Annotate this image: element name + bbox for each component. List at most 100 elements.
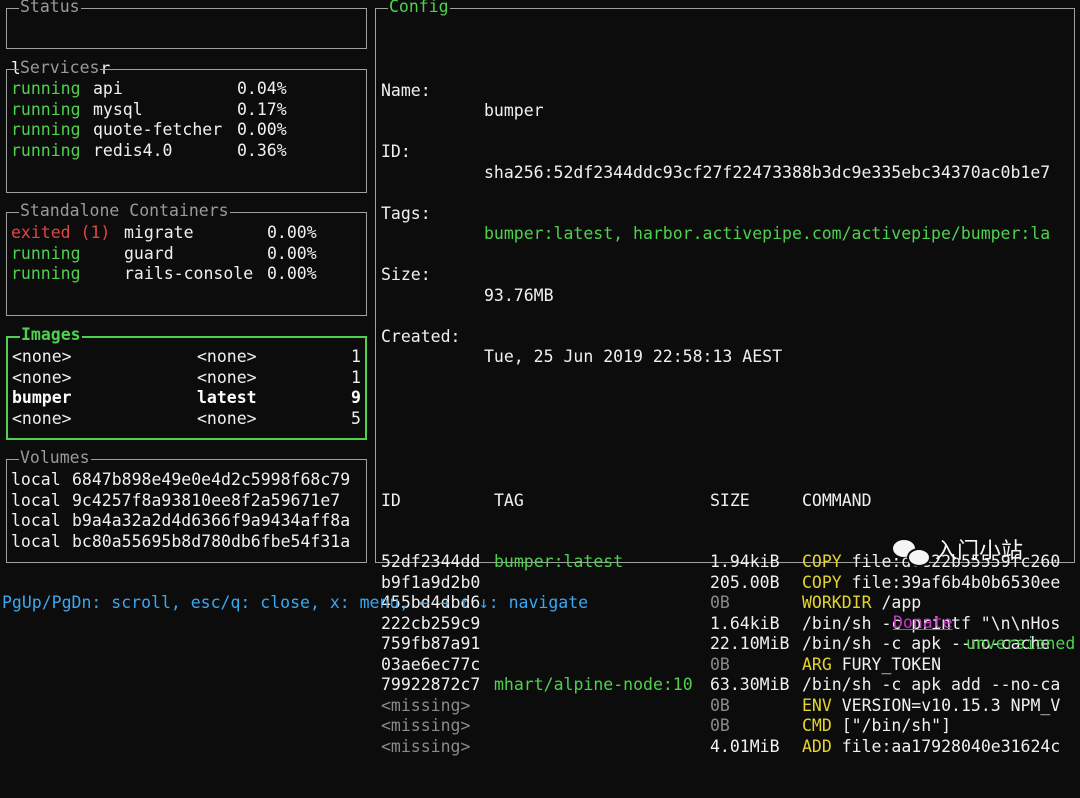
history-size: 1.64kiB	[710, 613, 780, 633]
services-panel-title: Services	[19, 58, 101, 78]
donate-link[interactable]: Donate	[893, 613, 953, 634]
history-header-id: ID	[381, 490, 401, 510]
config-size-value: 93.76MB	[484, 285, 554, 305]
image-repo: <none>	[12, 347, 72, 366]
history-size: 0B	[710, 695, 730, 715]
container-row[interactable]: running guard 0.00%	[11, 244, 362, 265]
history-command-verb: WORKDIR	[802, 593, 872, 612]
config-size-row: Size: 93.76MB	[381, 245, 1072, 305]
history-command: ENV VERSION=v10.15.3 NPM_V	[802, 696, 1060, 717]
standalone-containers-panel[interactable]: Standalone Containers exited (1) migrate 0…	[6, 201, 367, 316]
history-row: 222cb259c9 1.64kiB/bin/sh -c printf "\n\n…	[381, 614, 1072, 635]
history-id: <missing>	[381, 695, 471, 715]
service-cpu: 0.36%	[237, 140, 287, 160]
service-cpu: 0.04%	[237, 79, 287, 98]
watermark-text: 入门小站	[935, 538, 1024, 564]
history-id: <missing>	[381, 716, 471, 735]
volume-name: bc80a55695b8d780db6fbe54f31a	[72, 531, 351, 551]
volumes-panel[interactable]: Volumes local 6847b898e49e0e4d2c5998f68c7…	[6, 448, 367, 563]
history-command-args: /app	[871, 593, 922, 612]
service-state: running	[11, 79, 81, 98]
image-row[interactable]: <none> <none> 1	[12, 347, 361, 368]
history-row: <missing> 4.01MiB ADD file:aa17928040e3162…	[381, 737, 1072, 758]
service-row[interactable]: running redis4.0 0.36%	[11, 141, 362, 162]
config-tags-label: Tags:	[381, 203, 431, 223]
volume-driver: local	[11, 470, 61, 489]
service-row[interactable]: running quote-fetcher 0.00%	[11, 120, 362, 141]
container-cpu: 0.00%	[267, 264, 317, 283]
image-count: 1	[351, 367, 361, 387]
config-tags-value: bumper:latest, harbor.activepipe.com/act…	[484, 224, 1051, 243]
config-id-label: ID:	[381, 142, 411, 161]
volume-driver: local	[11, 511, 61, 530]
volume-name: 6847b898e49e0e4d2c5998f68c79	[72, 470, 351, 489]
image-repo: bumper	[12, 388, 72, 407]
history-tag: bumper:latest	[494, 552, 624, 571]
config-created-value: Tue, 25 Jun 2019 22:58:13 AEST	[484, 347, 783, 366]
history-header-row: ID TAG SIZE COMMAND	[381, 491, 1072, 512]
image-row[interactable]: <none> <none> 5	[12, 409, 361, 430]
volume-driver: local	[11, 531, 61, 551]
service-name: api	[93, 79, 123, 98]
history-command-verb: COPY	[802, 552, 842, 571]
config-id-row: ID: sha256:52df2344ddc93cf27f22473388b3d…	[381, 122, 1072, 182]
service-cpu: 0.17%	[237, 99, 287, 119]
wechat-icon	[893, 538, 931, 567]
image-row[interactable]: <none> <none> 1	[12, 368, 361, 389]
container-row[interactable]: running rails-console 0.00%	[11, 264, 362, 285]
service-row[interactable]: running api 0.04%	[11, 79, 362, 100]
history-size: 4.01MiB	[710, 736, 780, 756]
history-command-args: file:aa17928040e31624c	[831, 736, 1061, 756]
config-name-row: Name: bumper	[381, 60, 1072, 121]
config-name-value: bumper	[484, 101, 544, 120]
images-panel-title: Images	[20, 325, 82, 345]
service-name: redis4.0	[93, 140, 173, 160]
config-name-label: Name:	[381, 80, 431, 100]
history-header-size: SIZE	[710, 490, 750, 510]
services-panel[interactable]: Services running api 0.04% running mysql 0.17…	[6, 58, 367, 193]
config-tags-row: Tags: bumper:latest, harbor.activepipe.c…	[381, 183, 1072, 244]
image-tag: <none>	[197, 408, 257, 428]
image-count: 1	[351, 347, 361, 366]
history-tag: mhart/alpine-node:10	[494, 675, 693, 694]
history-id: 759fb87a91	[381, 634, 481, 653]
status-panel-title: Status	[19, 0, 81, 17]
image-repo: <none>	[12, 408, 72, 428]
container-cpu: 0.00%	[267, 223, 317, 242]
config-panel-title: Config	[388, 0, 450, 17]
container-state: exited (1)	[11, 223, 111, 242]
container-state: running	[11, 264, 81, 283]
footer-help: PgUp/PgDn: scroll, esc/q: close, x: menu…	[2, 592, 589, 612]
history-header-command: COMMAND	[802, 490, 872, 510]
image-tag: <none>	[197, 347, 257, 366]
service-name: mysql	[93, 99, 143, 119]
watermark: 入门小站	[893, 538, 1024, 567]
images-panel[interactable]: Images <none> <none> 1 <none> <none> 1 bumper l…	[6, 325, 367, 440]
image-count: 9	[351, 388, 361, 407]
history-row: 03ae6ec77c 0B ARG FURY_TOKEN	[381, 655, 1072, 676]
config-id-value: sha256:52df2344ddc93cf27f22473388b3dc9e3…	[484, 162, 1051, 182]
image-row[interactable]: bumper latest 9	[12, 388, 361, 409]
history-id: 52df2344dd	[381, 552, 481, 571]
history-size: 22.10MiB	[710, 634, 790, 653]
config-panel[interactable]: Config Name: bumper ID: sha256:52df2344d…	[375, 0, 1075, 756]
history-command-args: /bin/sh -c apk add --no-ca	[802, 675, 1061, 694]
history-command-args: FURY_TOKEN	[831, 654, 942, 674]
history-size: 1.94kiB	[710, 552, 780, 571]
history-header-tag: TAG	[494, 490, 524, 510]
image-count: 5	[351, 408, 361, 428]
history-size: 63.30MiB	[710, 675, 790, 694]
status-panel[interactable]: Status lazydocker	[6, 0, 367, 78]
volume-row[interactable]: local 9c4257f8a93810ee8f2a59671e7	[11, 491, 362, 512]
history-command: /bin/sh -c apk add --no-ca	[802, 675, 1060, 696]
volume-name: 9c4257f8a93810ee8f2a59671e7	[72, 490, 341, 510]
volume-row[interactable]: local bc80a55695b8d780db6fbe54f31a	[11, 532, 362, 553]
volumes-panel-title: Volumes	[19, 448, 91, 468]
history-command-verb: ENV	[802, 695, 832, 715]
volume-row[interactable]: local 6847b898e49e0e4d2c5998f68c79	[11, 470, 362, 491]
container-row[interactable]: exited (1) migrate 0.00%	[11, 223, 362, 244]
history-id: 222cb259c9	[381, 613, 481, 633]
volume-row[interactable]: local b9a4a32a2d4d6366f9a9434aff8a	[11, 511, 362, 532]
service-row[interactable]: running mysql 0.17%	[11, 100, 362, 121]
history-id: 03ae6ec77c	[381, 654, 481, 674]
